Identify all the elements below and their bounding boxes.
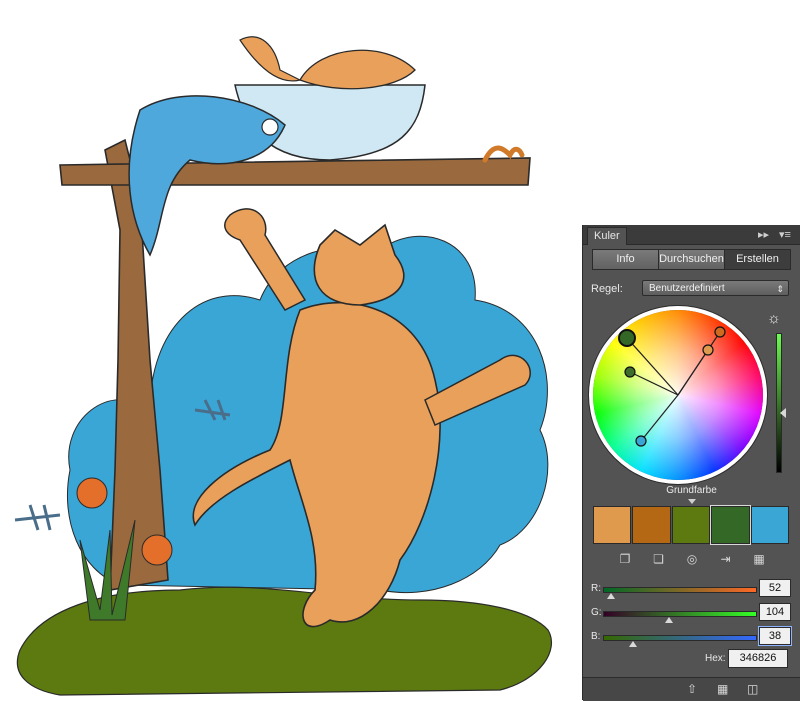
panel-tab-kuler[interactable]: Kuler: [587, 227, 627, 245]
swatch-2[interactable]: [632, 506, 671, 544]
b-label: B:: [591, 631, 601, 642]
select-arrows-icon: ⇕: [776, 284, 784, 294]
wheel-handle-4: [702, 344, 714, 356]
illustration-canvas: [14, 36, 553, 696]
swatch-4[interactable]: [710, 505, 751, 545]
base-color-indicator-icon: [688, 499, 696, 504]
channel-b: B: 38: [591, 627, 799, 649]
channel-g: G: 104: [591, 603, 799, 625]
g-value[interactable]: 104: [759, 603, 791, 621]
blue-fish-eye: [261, 118, 279, 136]
swatch-row: [593, 505, 790, 546]
duplicate-icon[interactable]: ❏: [651, 552, 667, 566]
tab-erstellen[interactable]: Erstellen: [725, 250, 790, 269]
brightness-slider[interactable]: [776, 333, 782, 473]
r-slider-thumb[interactable]: [607, 593, 615, 599]
flower-2: [141, 534, 173, 566]
hex-value[interactable]: 346826: [728, 649, 788, 668]
g-slider[interactable]: [603, 611, 757, 617]
r-slider[interactable]: [603, 587, 757, 593]
tab-durchsuchen[interactable]: Durchsuchen: [659, 250, 725, 269]
kuler-panel: Kuler ▸▸ ▾≡ Info Durchsuchen Erstellen R…: [583, 225, 800, 701]
b-slider[interactable]: [603, 635, 757, 641]
import-icon[interactable]: ⇥: [718, 552, 734, 566]
orange-fish: [299, 49, 416, 90]
swatch-5[interactable]: [750, 506, 790, 544]
rule-select[interactable]: Benutzerdefiniert ⇕: [642, 280, 789, 296]
rule-label: Regel:: [591, 283, 623, 295]
panel-menu-icon[interactable]: ▾≡: [779, 228, 791, 241]
color-wheel[interactable]: [593, 310, 763, 480]
add-theme-icon[interactable]: ▦: [717, 682, 728, 696]
mode-tabs: Info Durchsuchen Erstellen: [592, 249, 791, 270]
r-value[interactable]: 52: [759, 579, 791, 597]
brightness-icon: ☼: [767, 310, 781, 327]
orange-fish-tail: [239, 36, 302, 82]
swatch-actions: ❐ ❏ ◎ ⇥ ▦: [617, 552, 767, 566]
rule-select-value: Benutzerdefiniert: [649, 283, 725, 294]
wheel-handle-base: [618, 329, 636, 347]
new-icon[interactable]: ◫: [747, 682, 758, 696]
base-color-label: Grundfarbe: [666, 485, 717, 496]
cat-head: [313, 223, 405, 306]
target-icon[interactable]: ◎: [684, 552, 700, 566]
upload-icon[interactable]: ⇧: [687, 682, 697, 696]
export-icon[interactable]: ▦: [751, 552, 767, 566]
wheel-handle-5: [635, 435, 647, 447]
add-to-swatches-icon[interactable]: ❐: [617, 552, 633, 566]
channel-r: R: 52: [591, 579, 799, 601]
g-label: G:: [591, 607, 602, 618]
panel-bottom-bar: ⇧ ▦ ◫: [583, 677, 800, 701]
panel-titlebar: Kuler ▸▸ ▾≡: [583, 225, 800, 245]
flower-1: [76, 477, 108, 509]
b-value[interactable]: 38: [759, 627, 791, 645]
r-label: R:: [591, 583, 601, 594]
wheel-handle-2: [624, 366, 636, 378]
g-slider-thumb[interactable]: [665, 617, 673, 623]
hex-label: Hex:: [705, 653, 726, 664]
double-chevron-right-icon[interactable]: ▸▸: [758, 228, 769, 241]
color-wheel-handles: [618, 326, 726, 447]
swatch-1[interactable]: [593, 506, 632, 544]
wheel-handle-3: [714, 326, 726, 338]
swatch-3[interactable]: [671, 506, 711, 544]
b-slider-thumb[interactable]: [629, 641, 637, 647]
tab-info[interactable]: Info: [593, 250, 659, 269]
dragonfly-2: [14, 504, 61, 531]
brightness-slider-thumb[interactable]: [780, 408, 786, 418]
